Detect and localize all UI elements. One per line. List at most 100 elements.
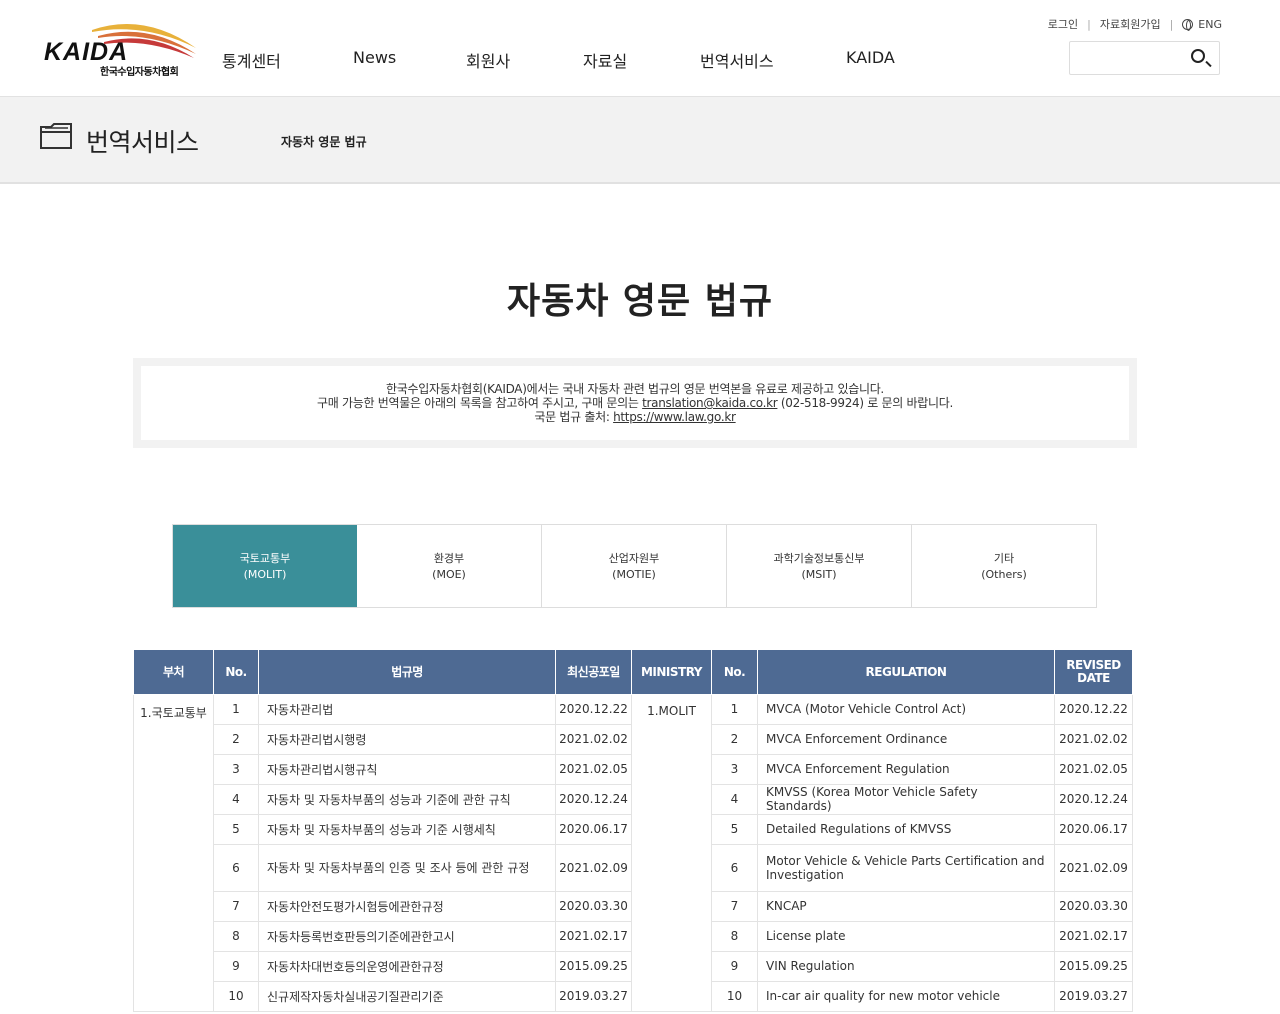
tab-sublabel: (Others): [981, 568, 1027, 581]
nav-item-kaida[interactable]: KAIDA: [846, 48, 895, 67]
revised-date-cell: 2020.12.24: [1054, 783, 1133, 815]
regulation-cell: Motor Vehicle & Vehicle Parts Certificat…: [757, 843, 1055, 892]
nav-item-stats[interactable]: 통계센터: [222, 48, 281, 72]
row-no-en-cell: 4: [711, 783, 758, 815]
law-name-cell: 자동차안전도평가시험등에관한규정: [258, 890, 556, 922]
section-title: 번역서비스: [86, 128, 199, 157]
notice-text: (02-518-9924) 로 문의 바랍니다.: [777, 396, 953, 410]
table-header-row: 부처 No. 법규명 최신공포일 MINISTRY No. REGULATION…: [133, 650, 1133, 695]
date-cell: 2020.03.30: [555, 890, 632, 922]
regulation-cell: VIN Regulation: [757, 950, 1055, 982]
row-no-cell: 3: [213, 753, 259, 785]
ministry-cell: 1.MOLIT: [631, 693, 712, 1012]
revised-date-cell: 2020.03.30: [1054, 890, 1133, 922]
notice-line-2: 구매 가능한 번역물은 아래의 목록을 참고하여 주시고, 구매 문의는 tra…: [141, 396, 1129, 410]
tab-sublabel: (MOE): [432, 568, 466, 581]
row-no-en-cell: 9: [711, 950, 758, 982]
col-header-ministry: MINISTRY: [631, 650, 712, 695]
row-no-en-cell: 1: [711, 693, 758, 725]
col-header-date: 최신공포일: [555, 650, 632, 695]
date-cell: 2021.02.17: [555, 920, 632, 952]
tab-msit[interactable]: 과학기술정보통신부 (MSIT): [727, 525, 912, 607]
tab-label: 기타: [993, 552, 1015, 565]
revised-date-cell: 2020.06.17: [1054, 813, 1133, 845]
lang-eng-link[interactable]: ENG: [1198, 18, 1222, 31]
col-header-revised: REVISED: [1066, 657, 1121, 672]
col-header-date-en: DATE: [1077, 670, 1110, 685]
tab-others[interactable]: 기타 (Others): [912, 525, 1096, 607]
law-name-cell: 신규제작자동차실내공기질관리기준: [258, 980, 556, 1012]
row-no-en-cell: 8: [711, 920, 758, 952]
dept-cell: 1.국토교통부: [133, 693, 214, 1012]
law-name-cell: 자동차관리법시행규칙: [258, 753, 556, 785]
regulation-cell: MVCA (Motor Vehicle Control Act): [757, 693, 1055, 725]
col-header-revised-date: REVISED DATE: [1054, 650, 1133, 695]
col-header-dept: 부처: [133, 650, 214, 695]
law-name-cell: 자동차관리법시행령: [258, 723, 556, 755]
regulation-cell: KMVSS (Korea Motor Vehicle Safety Standa…: [757, 783, 1055, 815]
notice-text: 구매 가능한 번역물은 아래의 목록을 참고하여 주시고, 구매 문의는: [317, 396, 643, 410]
site-header: KAIDA 한국수입자동차협회 통계센터 News 회원사 자료실 번역서비스 …: [0, 0, 1280, 97]
row-no-cell: 1: [213, 693, 259, 725]
kaida-logo[interactable]: KAIDA 한국수입자동차협회: [44, 18, 200, 78]
regulation-cell: MVCA Enforcement Regulation: [757, 753, 1055, 785]
notice-line-3: 국문 법규 출처: https://www.law.go.kr: [141, 410, 1129, 424]
date-cell: 2020.06.17: [555, 813, 632, 845]
row-no-cell: 2: [213, 723, 259, 755]
row-no-cell: 5: [213, 813, 259, 845]
date-cell: 2021.02.09: [555, 843, 632, 892]
law-name-cell: 자동차 및 자동차부품의 인증 및 조사 등에 관한 규정: [258, 843, 556, 892]
utility-menu: 로그인 | 자료회원가입 | ENG: [1048, 16, 1222, 32]
tab-motie[interactable]: 산업자원부 (MOTIE): [542, 525, 727, 607]
revised-date-cell: 2019.03.27: [1054, 980, 1133, 1012]
law-site-link[interactable]: https://www.law.go.kr: [613, 410, 736, 424]
law-name-cell: 자동차관리법: [258, 693, 556, 725]
tab-label: 환경부: [433, 552, 465, 565]
search-icon[interactable]: [1191, 49, 1205, 63]
util-divider: |: [1169, 17, 1174, 31]
row-no-cell: 7: [213, 890, 259, 922]
row-no-cell: 4: [213, 783, 259, 815]
regulation-table: 부처 No. 법규명 최신공포일 MINISTRY No. REGULATION…: [133, 650, 1133, 1012]
tab-label: 산업자원부: [608, 552, 660, 565]
search-box[interactable]: [1069, 41, 1220, 75]
notice-text: 국문 법규 출처:: [534, 410, 614, 424]
date-cell: 2021.02.05: [555, 753, 632, 785]
revised-date-cell: 2021.02.17: [1054, 920, 1133, 952]
nav-item-translation[interactable]: 번역서비스: [700, 48, 774, 72]
nav-item-news[interactable]: News: [353, 48, 396, 67]
row-no-cell: 6: [213, 843, 259, 892]
tab-moe[interactable]: 환경부 (MOE): [357, 525, 542, 607]
section-bar: 번역서비스 자동차 영문 법규: [0, 97, 1280, 184]
row-no-en-cell: 3: [711, 753, 758, 785]
row-no-en-cell: 10: [711, 980, 758, 1012]
revised-date-cell: 2015.09.25: [1054, 950, 1133, 982]
date-cell: 2019.03.27: [555, 980, 632, 1012]
row-no-en-cell: 2: [711, 723, 758, 755]
table-row[interactable]: 1.국토교통부 1 자동차관리법 2020.12.22 1.MOLIT 1 MVCA (Mo…: [133, 693, 1133, 1012]
law-name-cell: 자동차등록번호판등의기준에관한고시: [258, 920, 556, 952]
row-no-en-cell: 6: [711, 843, 758, 892]
col-header-no: No.: [213, 650, 259, 695]
law-name-cell: 자동차 및 자동차부품의 성능과 기준 시행세칙: [258, 813, 556, 845]
regulation-cell: KNCAP: [757, 890, 1055, 922]
email-link[interactable]: translation@kaida.co.kr: [642, 396, 778, 410]
util-divider: |: [1087, 17, 1091, 31]
nav-item-library[interactable]: 자료실: [583, 48, 627, 72]
tab-label: 국토교통부: [239, 552, 291, 565]
law-name-cell: 자동차 및 자동차부품의 성능과 기준에 관한 규칙: [258, 783, 556, 815]
breadcrumb[interactable]: 자동차 영문 법규: [281, 133, 367, 150]
tab-label: 과학기술정보통신부: [773, 552, 865, 565]
tab-sublabel: (MOTIE): [612, 568, 656, 581]
revised-date-cell: 2020.12.22: [1054, 693, 1133, 725]
row-no-en-cell: 7: [711, 890, 758, 922]
regulation-cell: License plate: [757, 920, 1055, 952]
globe-icon: [1182, 18, 1194, 31]
tab-molit[interactable]: 국토교통부 (MOLIT): [173, 525, 357, 607]
signup-link[interactable]: 자료회원가입: [1100, 16, 1161, 32]
login-link[interactable]: 로그인: [1048, 16, 1078, 32]
ministry-tabs: 국토교통부 (MOLIT) 환경부 (MOE) 산업자원부 (MOTIE) 과학기술정…: [172, 524, 1097, 608]
date-cell: 2015.09.25: [555, 950, 632, 982]
nav-item-members[interactable]: 회원사: [466, 48, 510, 72]
tab-sublabel: (MOLIT): [243, 568, 287, 581]
